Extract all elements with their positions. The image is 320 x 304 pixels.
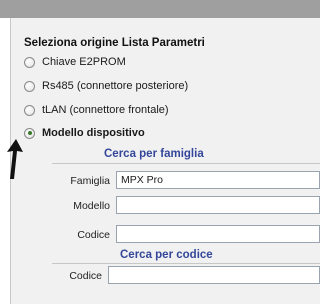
radio-button[interactable] bbox=[24, 56, 35, 68]
option-label: Rs485 (connettore posteriore) bbox=[42, 80, 189, 92]
radio-button[interactable] bbox=[24, 80, 35, 92]
option-label: Modello dispositivo bbox=[42, 127, 145, 139]
option-label: Chiave E2PROM bbox=[42, 56, 126, 68]
modello-input[interactable] bbox=[116, 196, 320, 214]
section-title-code: Cerca per codice bbox=[120, 249, 213, 261]
panel-title: Seleziona origine Lista Parametri bbox=[24, 37, 205, 49]
option-chiave-e2prom[interactable]: Chiave E2PROM bbox=[24, 56, 126, 68]
section-divider bbox=[52, 263, 320, 264]
option-modello-dispositivo[interactable]: Modello dispositivo bbox=[24, 127, 145, 139]
codice-code-label: Codice bbox=[69, 270, 102, 282]
option-tlan[interactable]: tLAN (connettore frontale) bbox=[24, 104, 169, 116]
codice-code-input[interactable] bbox=[108, 266, 320, 284]
section-divider bbox=[52, 163, 320, 164]
codice-family-input[interactable] bbox=[116, 225, 320, 243]
option-rs485[interactable]: Rs485 (connettore posteriore) bbox=[24, 80, 188, 92]
radio-button[interactable] bbox=[24, 104, 35, 116]
option-label: tLAN (connettore frontale) bbox=[42, 104, 169, 116]
section-title-family: Cerca per famiglia bbox=[104, 148, 204, 160]
famiglia-label: Famiglia bbox=[70, 175, 110, 187]
codice-family-label: Codice bbox=[77, 229, 110, 241]
modello-label: Modello bbox=[73, 200, 110, 212]
mouse-pointer-arrow-icon bbox=[7, 139, 23, 179]
window-top-bar bbox=[0, 0, 320, 18]
famiglia-input[interactable] bbox=[116, 171, 320, 189]
